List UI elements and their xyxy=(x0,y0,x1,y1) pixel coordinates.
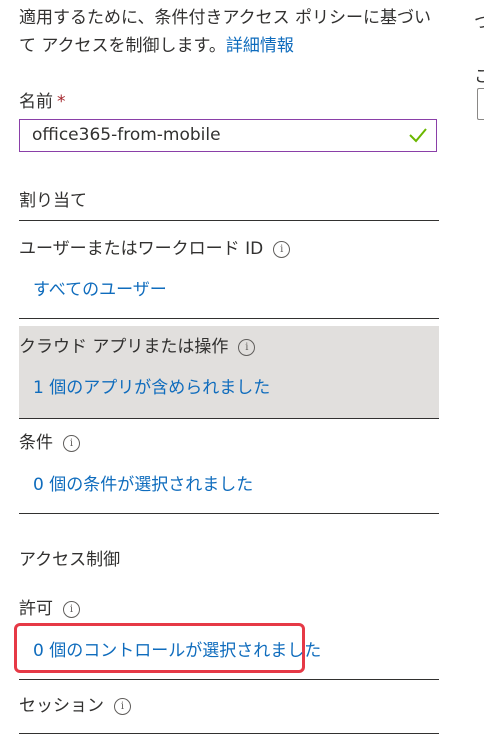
info-icon[interactable]: i xyxy=(238,339,256,356)
conditions-label: 条件 xyxy=(19,433,53,453)
policy-name-input[interactable]: office365-from-mobile xyxy=(19,119,437,152)
cloud-apps-selection-link[interactable]: 1 個のアプリが含められました xyxy=(33,373,270,398)
divider xyxy=(19,318,439,319)
right-panel-input[interactable] xyxy=(477,88,484,120)
info-icon[interactable]: i xyxy=(114,698,131,715)
grant-label-row: 許可 i xyxy=(19,594,80,619)
divider xyxy=(19,733,439,734)
policy-name-value: office365-from-mobile xyxy=(32,125,221,145)
access-controls-heading: アクセス制御 xyxy=(19,550,121,570)
cloud-apps-label-row: クラウド アプリまたは操作 i xyxy=(19,332,256,357)
required-asterisk: * xyxy=(57,92,66,112)
checkmark-icon xyxy=(409,128,427,143)
divider xyxy=(19,418,439,419)
name-label-text: 名前 xyxy=(19,92,53,112)
users-label-row: ユーザーまたはワークロード ID i xyxy=(19,234,291,259)
users-label: ユーザーまたはワークロード ID xyxy=(19,239,264,259)
users-selection-link[interactable]: すべてのユーザー xyxy=(33,275,167,300)
divider xyxy=(19,220,439,221)
divider xyxy=(19,679,439,680)
info-icon[interactable]: i xyxy=(273,241,291,258)
conditions-selection-link[interactable]: 0 個の条件が選択されました xyxy=(33,470,253,495)
info-icon[interactable]: i xyxy=(63,435,80,452)
info-icon[interactable]: i xyxy=(63,601,80,618)
name-field-label: 名前 * xyxy=(19,87,66,112)
grant-label: 許可 xyxy=(19,599,53,619)
divider xyxy=(19,513,439,514)
session-label-row: セッション i xyxy=(19,691,131,716)
right-panel-label-fragment: こ xyxy=(474,67,484,87)
cloud-apps-label: クラウド アプリまたは操作 xyxy=(19,337,229,357)
assignments-heading: 割り当て xyxy=(19,191,87,211)
right-panel-text-fragment: つ xyxy=(474,13,484,33)
intro-text: 適用するために、条件付きアクセス ポリシーに基づいて アクセスを制御します。詳細… xyxy=(19,4,439,60)
session-label: セッション xyxy=(19,696,104,716)
learn-more-link[interactable]: 詳細情報 xyxy=(226,36,294,56)
grant-selection-link[interactable]: 0 個のコントロールが選択されました xyxy=(33,636,321,661)
conditions-label-row: 条件 i xyxy=(19,428,80,453)
